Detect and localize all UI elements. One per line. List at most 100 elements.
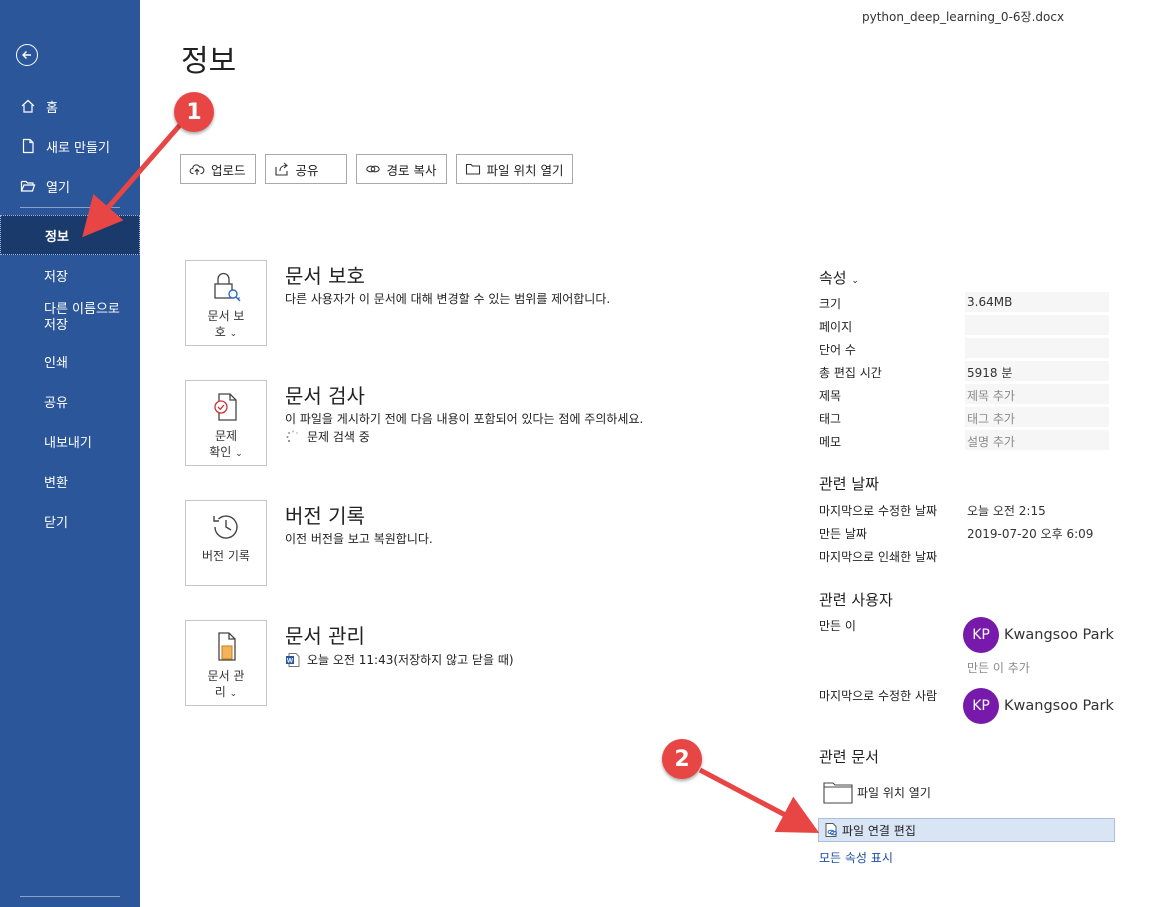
add-author-field[interactable]: 만든 이 추가 [967,659,1030,676]
protect-document-icon-label: 문서 보호 ⌄ [186,308,266,342]
upload-label: 업로드 [211,162,246,178]
backstage-sidebar: 홈 새로 만들기 열기 정보 저장 다른 이름으로 저장 인쇄 공유 내보내기 … [0,0,140,907]
related-dates-header: 관련 날짜 [819,475,879,493]
sidebar-item-label: 저장 [44,269,68,285]
manage-document-section: 문서 관리 ⌄ 문서 관리 W 오늘 오전 11:43(저장하지 않고 닫을 때… [185,620,785,706]
manage-label-line1: 문서 관 [207,669,245,683]
author-name: Kwangsoo Park [1004,627,1114,643]
prop-pages-value [965,315,1109,335]
edit-links-to-files[interactable]: 파일 연결 편집 [818,818,1115,842]
prop-title-row: 제목 제목 추가 [819,384,1109,406]
version-history-title: 버전 기록 [285,504,365,528]
sidebar-top-nav: 홈 새로 만들기 열기 [0,86,140,206]
sidebar-item-label: 인쇄 [44,355,68,371]
sidebar-item-export[interactable]: 내보내기 [0,421,140,461]
manage-label-line2: 리 [214,685,226,699]
protect-document-section: 문서 보호 ⌄ 문서 보호 다른 사용자가 이 문서에 대해 변경할 수 있는 … [185,260,785,346]
prop-edit-time-value: 5918 분 [965,361,1109,381]
copy-path-label: 경로 복사 [386,162,437,178]
folder-icon [823,782,853,804]
avatar: KP [963,617,999,653]
upload-button[interactable]: 업로드 [180,154,256,184]
chevron-down-icon: ⌄ [229,689,238,699]
share-button[interactable]: 공유 [264,154,347,184]
modified-date-row: 마지막으로 수정한 날짜 오늘 오전 2:15 [819,499,1109,521]
comments-field[interactable]: 설명 추가 [965,430,1109,450]
prop-size-row: 크기 3.64MB [819,292,1109,314]
sidebar-item-open[interactable]: 열기 [0,166,140,206]
sidebar-divider [20,207,120,208]
properties-header[interactable]: 속성 ⌄ [819,267,1119,288]
info-toolbar: 업로드 공유 경로 복사 파일 위치 열기 [180,154,574,184]
copy-path-button[interactable]: 경로 복사 [355,154,447,184]
sidebar-item-label: 변환 [44,475,68,491]
chevron-down-icon: ⌄ [229,329,238,339]
printed-date-label: 마지막으로 인쇄한 날짜 [819,550,938,564]
prop-tags-row: 태그 태그 추가 [819,407,1109,429]
prop-edit-time-row: 총 편집 시간 5918 분 [819,361,1109,383]
sidebar-item-transform[interactable]: 변환 [0,461,140,501]
sidebar-item-save-as[interactable]: 다른 이름으로 저장 [0,295,140,341]
sidebar-item-label: 열기 [46,180,70,196]
share-icon [274,161,290,177]
sidebar-item-info[interactable]: 정보 [0,215,140,255]
sidebar-item-label: 정보 [45,229,69,245]
prop-pages-label: 페이지 [819,320,853,334]
sidebar-item-save[interactable]: 저장 [0,255,140,295]
prop-size-label: 크기 [819,297,842,311]
author-label: 만든 이 [819,619,856,633]
cloud-upload-icon [189,161,205,177]
created-date-value: 2019-07-20 오후 6:09 [967,527,1094,541]
modified-by-person[interactable]: KP Kwangsoo Park [963,688,1114,724]
inspect-label-line2: 확인 [209,445,232,459]
document-link-icon [823,822,839,838]
autosave-version-text: 오늘 오전 11:43(저장하지 않고 닫을 때) [307,653,514,667]
inspect-status-text: 문제 검색 중 [307,430,370,444]
prop-words-row: 단어 수 [819,338,1109,360]
prop-pages-row: 페이지 [819,315,1109,337]
prop-comments-row: 메모 설명 추가 [819,430,1109,452]
sidebar-item-label: 다른 이름으로 저장 [44,302,120,333]
back-button[interactable] [16,44,38,66]
prop-comments-label: 메모 [819,435,842,449]
manage-document-button[interactable]: 문서 관리 ⌄ [185,620,267,706]
modified-by-name: Kwangsoo Park [1004,698,1114,714]
avatar: KP [963,688,999,724]
new-document-icon [20,138,36,154]
sidebar-bottom-divider [20,896,120,897]
chevron-down-icon: ⌄ [235,449,243,459]
chevron-down-icon: ⌄ [851,276,859,286]
show-all-properties-link[interactable]: 모든 속성 표시 [819,849,893,866]
sidebar-item-share[interactable]: 공유 [0,381,140,421]
link-icon [365,161,381,177]
folder-icon [465,161,481,177]
sidebar-item-close[interactable]: 닫기 [0,501,140,541]
open-file-location-button[interactable]: 파일 위치 열기 [455,154,574,184]
prop-title-label: 제목 [819,389,842,403]
autosave-version-item[interactable]: W 오늘 오전 11:43(저장하지 않고 닫을 때) [285,651,514,668]
version-history-description: 이전 버전을 보고 복원합니다. [285,532,433,546]
sidebar-item-label: 공유 [44,395,68,411]
protect-document-button[interactable]: 문서 보호 ⌄ [185,260,267,346]
related-open-location[interactable]: 파일 위치 열기 [823,780,931,804]
open-folder-icon [20,178,36,194]
check-for-issues-button[interactable]: 문제 확인 ⌄ [185,380,267,466]
check-for-issues-icon-label: 문제 확인 ⌄ [186,428,266,462]
printed-date-row: 마지막으로 인쇄한 날짜 [819,545,1109,567]
related-docs-header: 관련 문서 [819,748,879,766]
sidebar-item-new[interactable]: 새로 만들기 [0,126,140,166]
title-field[interactable]: 제목 추가 [965,384,1109,404]
version-history-section: 버전 기록 버전 기록 이전 버전을 보고 복원합니다. [185,500,785,586]
lock-key-icon [214,272,241,302]
sidebar-item-home[interactable]: 홈 [0,86,140,126]
tags-field[interactable]: 태그 추가 [965,407,1109,427]
sidebar-item-print[interactable]: 인쇄 [0,341,140,381]
inspect-status: 문제 검색 중 [285,428,370,445]
sidebar-item-label: 홈 [46,100,58,116]
author-person[interactable]: KP Kwangsoo Park [963,617,1114,653]
properties-header-label: 속성 [819,269,847,287]
version-history-button[interactable]: 버전 기록 [185,500,267,586]
sidebar-nav: 정보 저장 다른 이름으로 저장 인쇄 공유 내보내기 변환 닫기 [0,215,140,541]
prop-size-value: 3.64MB [965,292,1109,312]
version-history-icon-label: 버전 기록 [202,549,250,563]
